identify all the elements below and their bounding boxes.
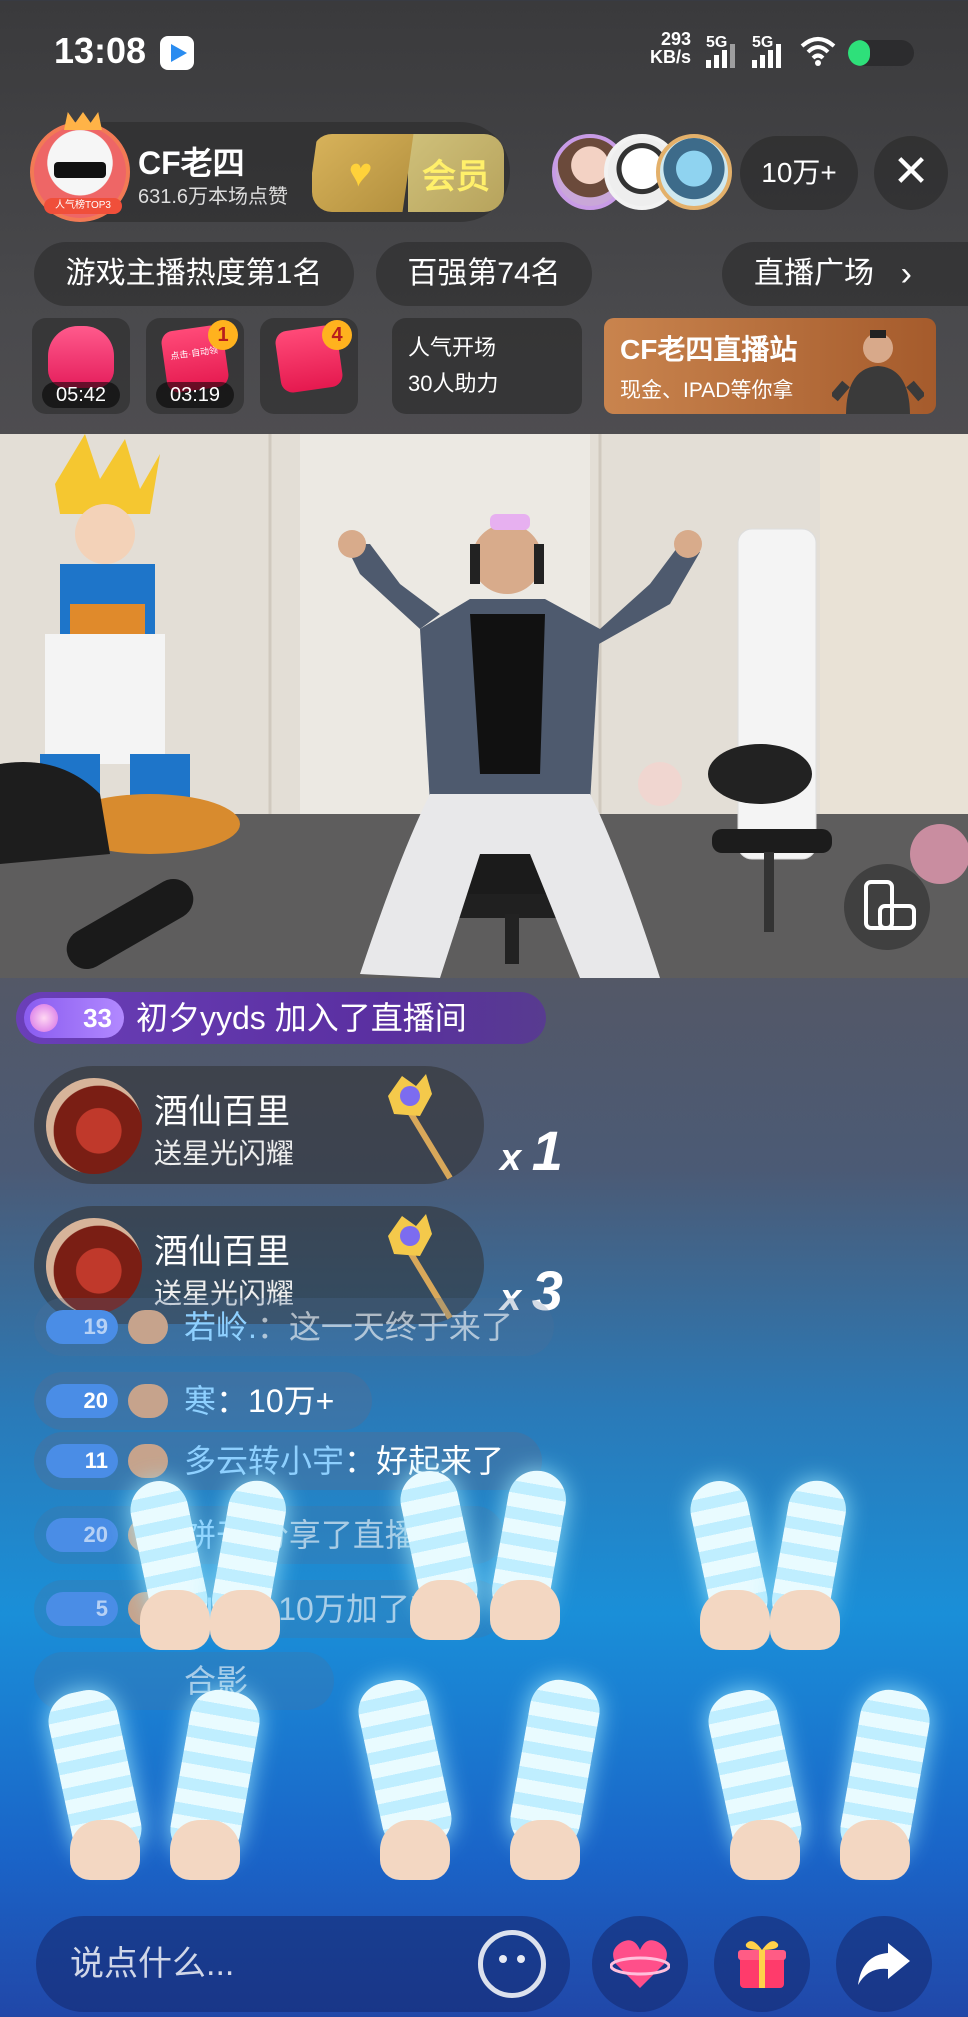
promo-banner[interactable]: CF老四直播站 现金、IPAD等你拿 xyxy=(604,318,936,414)
fan-badge xyxy=(128,1310,168,1344)
sender-name: 酒仙百里 xyxy=(154,1233,290,1271)
chat-nickname: 多云转小宇 xyxy=(184,1443,345,1479)
fan-badge xyxy=(128,1444,168,1478)
chat-text: 分享了直播 xyxy=(256,1517,417,1553)
battery-icon xyxy=(848,40,914,66)
signal-bars-icon xyxy=(752,44,786,68)
status-time: 13:08 xyxy=(54,30,147,71)
chat-message[interactable]: 19 若岭.：这一天终于来了 xyxy=(34,1298,554,1356)
share-button[interactable] xyxy=(836,1916,932,2012)
vip-label: 会员 xyxy=(408,134,504,212)
chat-nickname: 若岭. xyxy=(184,1309,257,1345)
chat-message[interactable]: 20 饼干 分享了直播 xyxy=(34,1506,504,1564)
rotate-screen-button[interactable] xyxy=(844,864,930,950)
count-badge: 4 xyxy=(322,320,352,350)
chat-text: 合影 xyxy=(184,1663,249,1699)
host-avatar[interactable]: 人气榜TOP3 xyxy=(30,112,130,222)
popularity-line-1: 人气开场 xyxy=(408,335,497,360)
count-badge: 1 xyxy=(208,320,238,350)
signal-bars-icon xyxy=(706,44,740,68)
join-message: 33 初夕yyds 加入了直播间 xyxy=(16,992,546,1044)
sunglasses-icon xyxy=(54,162,106,178)
level-badge: 33 xyxy=(24,998,124,1038)
gift-box-icon xyxy=(738,1941,786,1988)
chat-message[interactable]: 合影 xyxy=(34,1652,334,1710)
top100-rank-badge[interactable]: 百强第74名 xyxy=(376,242,592,306)
chat-message[interactable]: 20 寒：10万+ xyxy=(34,1372,372,1430)
chat-message[interactable]: 5 ELDN 10万加了我日 xyxy=(34,1580,504,1638)
network-speed-unit: KB/s xyxy=(650,47,692,67)
lucky-bag-icon xyxy=(48,326,114,388)
heart-icon xyxy=(610,1940,670,1988)
chat-nickname: ELDN xyxy=(184,1591,270,1627)
user-level: 20 xyxy=(46,1384,118,1418)
popularity-line-2: 30人助力 xyxy=(408,371,499,396)
fan-badge xyxy=(128,1518,168,1552)
host-likes: 631.6万本场点赞 xyxy=(138,186,289,208)
wifi-icon xyxy=(800,37,836,66)
red-envelope-timer: 03:19 xyxy=(156,382,234,408)
sender-name: 酒仙百里 xyxy=(154,1093,290,1131)
heat-rank-badge[interactable]: 游戏主播热度第1名 xyxy=(34,242,354,306)
red-envelope-button-1[interactable]: 点击·自动领 1 03:19 xyxy=(146,318,244,414)
chat-message[interactable]: 11 多云转小宇：好起来了 xyxy=(34,1432,542,1490)
level-number: 33 xyxy=(83,1003,112,1033)
chat-text: ：这一天终于来了 xyxy=(256,1309,513,1345)
user-level: 5 xyxy=(46,1592,118,1626)
host-name[interactable]: CF老四 xyxy=(138,138,245,184)
avatar-rank-tag: 人气榜TOP3 xyxy=(44,198,122,214)
gift-action: 送星光闪耀 xyxy=(154,1138,295,1169)
chat-text: ：10万+ xyxy=(216,1383,335,1419)
fan-badge xyxy=(128,1384,168,1418)
gift-multiplier: x 1 xyxy=(500,1119,563,1182)
vip-button[interactable]: ♥ 会员 xyxy=(312,134,504,212)
user-level: 19 xyxy=(46,1310,118,1344)
network-speed-value: 293 xyxy=(660,29,692,49)
close-button[interactable]: ✕ xyxy=(874,136,948,210)
gem-icon xyxy=(30,1004,58,1032)
popularity-box[interactable]: 人气开场 30人助力 xyxy=(392,318,582,414)
gift-multiplier-value: 1 xyxy=(531,1119,563,1182)
chat-text: 10万加了我日 xyxy=(278,1591,474,1627)
like-button[interactable] xyxy=(592,1916,688,2012)
viewer-count[interactable]: 10万+ xyxy=(740,136,858,210)
user-level: 11 xyxy=(46,1444,118,1478)
emoji-icon[interactable] xyxy=(478,1930,546,1998)
app-indicator-icon xyxy=(160,36,194,70)
stream-scene xyxy=(0,434,968,978)
red-envelope-button-2[interactable]: 4 xyxy=(260,318,358,414)
lucky-bag-timer: 05:42 xyxy=(42,382,120,408)
gold-heart-icon: ♥ xyxy=(312,134,414,212)
gift-button[interactable] xyxy=(714,1916,810,2012)
chat-nickname: 寒 xyxy=(184,1383,217,1419)
chat-nickname: 饼干 xyxy=(184,1517,249,1553)
star-wand-icon xyxy=(388,1074,453,1180)
network-speed: 293 KB/s xyxy=(650,30,691,66)
chevron-right-icon: › xyxy=(900,255,912,293)
fan-badge xyxy=(128,1592,168,1626)
lucky-bag-button[interactable]: 05:42 xyxy=(32,318,130,414)
user-level: 20 xyxy=(46,1518,118,1552)
viewer-avatar-3[interactable] xyxy=(656,134,732,210)
live-video[interactable] xyxy=(0,434,968,978)
live-plaza-button[interactable]: 直播广场 › xyxy=(722,242,968,306)
share-arrow-icon xyxy=(858,1943,910,1985)
chat-text: ：好起来了 xyxy=(344,1443,505,1479)
host-photo-icon xyxy=(832,330,924,414)
rotate-screen-icon xyxy=(864,880,916,930)
sender-avatar[interactable] xyxy=(46,1078,142,1174)
live-plaza-label: 直播广场 xyxy=(754,257,874,290)
join-text: 初夕yyds 加入了直播间 xyxy=(136,1000,467,1036)
crown-icon xyxy=(64,112,102,130)
